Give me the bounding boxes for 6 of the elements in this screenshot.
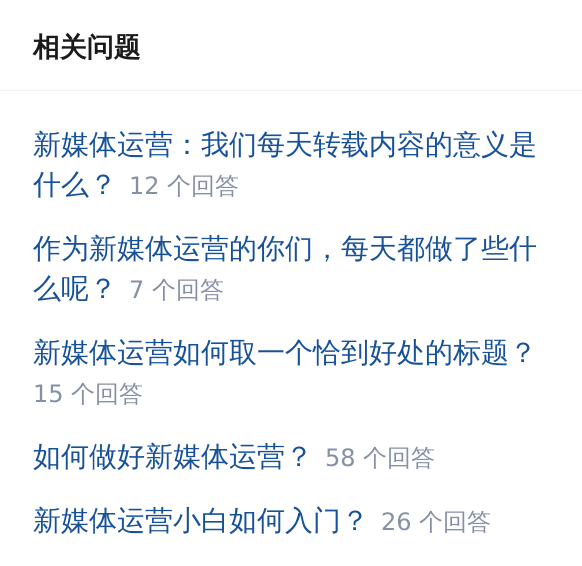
question-link[interactable]: 作为新媒体运营的你们，每天都做了些什么呢？ 7 个回答	[33, 229, 553, 310]
section-title: 相关问题	[33, 31, 142, 65]
question-link[interactable]: 新媒体运营：我们每天转载内容的意义是什么？ 12 个回答	[33, 125, 553, 206]
question-link[interactable]: 如何做好新媒体运营？ 58 个回答	[33, 437, 553, 478]
question-link[interactable]: 新媒体运营小白如何入门？ 26 个回答	[33, 501, 553, 542]
question-link[interactable]: 新媒体运营如何取一个恰到好处的标题？ 15 个回答	[33, 333, 553, 414]
